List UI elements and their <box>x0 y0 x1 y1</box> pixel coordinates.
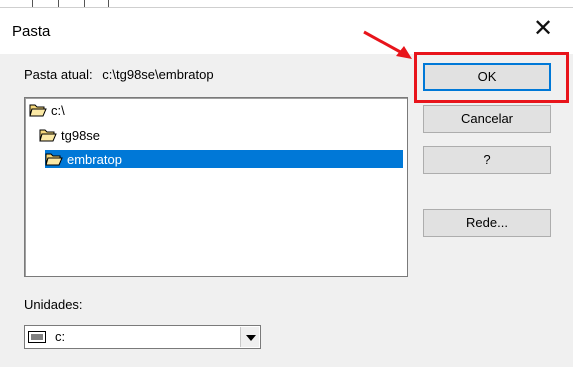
drive-icon <box>28 331 46 343</box>
open-folder-icon <box>29 104 47 117</box>
cancel-button[interactable]: Cancelar <box>423 105 551 133</box>
folder-item-label: c:\ <box>51 102 65 118</box>
annotation-arrow-icon <box>363 30 412 59</box>
folder-item-label: embratop <box>67 151 122 167</box>
network-button[interactable]: Rede... <box>423 209 551 237</box>
current-folder-row: Pasta atual: c:\tg98se\embratop <box>24 67 214 82</box>
open-folder-icon <box>39 129 57 142</box>
drive-select-value: c: <box>55 329 66 344</box>
window-title: Pasta <box>12 23 51 40</box>
close-icon[interactable]: ✕ <box>528 14 558 44</box>
open-folder-icon <box>45 153 63 166</box>
ok-highlight-box <box>414 52 569 103</box>
drive-select[interactable]: c: <box>24 325 261 349</box>
chevron-down-icon[interactable] <box>240 327 259 347</box>
folder-list[interactable]: c:\ tg98se embratop <box>24 97 408 277</box>
folder-item-label: tg98se <box>61 127 101 143</box>
title-bar: Pasta ✕ <box>0 8 573 54</box>
background-window-strip <box>0 0 573 8</box>
current-folder-label: Pasta atual: <box>24 67 93 82</box>
drives-label: Unidades: <box>24 297 83 312</box>
current-folder-path: c:\tg98se\embratop <box>102 67 214 82</box>
folder-item-root[interactable]: c:\ <box>29 101 149 119</box>
folder-item-embratop[interactable]: embratop <box>45 150 403 168</box>
folder-item-tg98se[interactable]: tg98se <box>39 126 179 144</box>
help-button[interactable]: ? <box>423 146 551 174</box>
